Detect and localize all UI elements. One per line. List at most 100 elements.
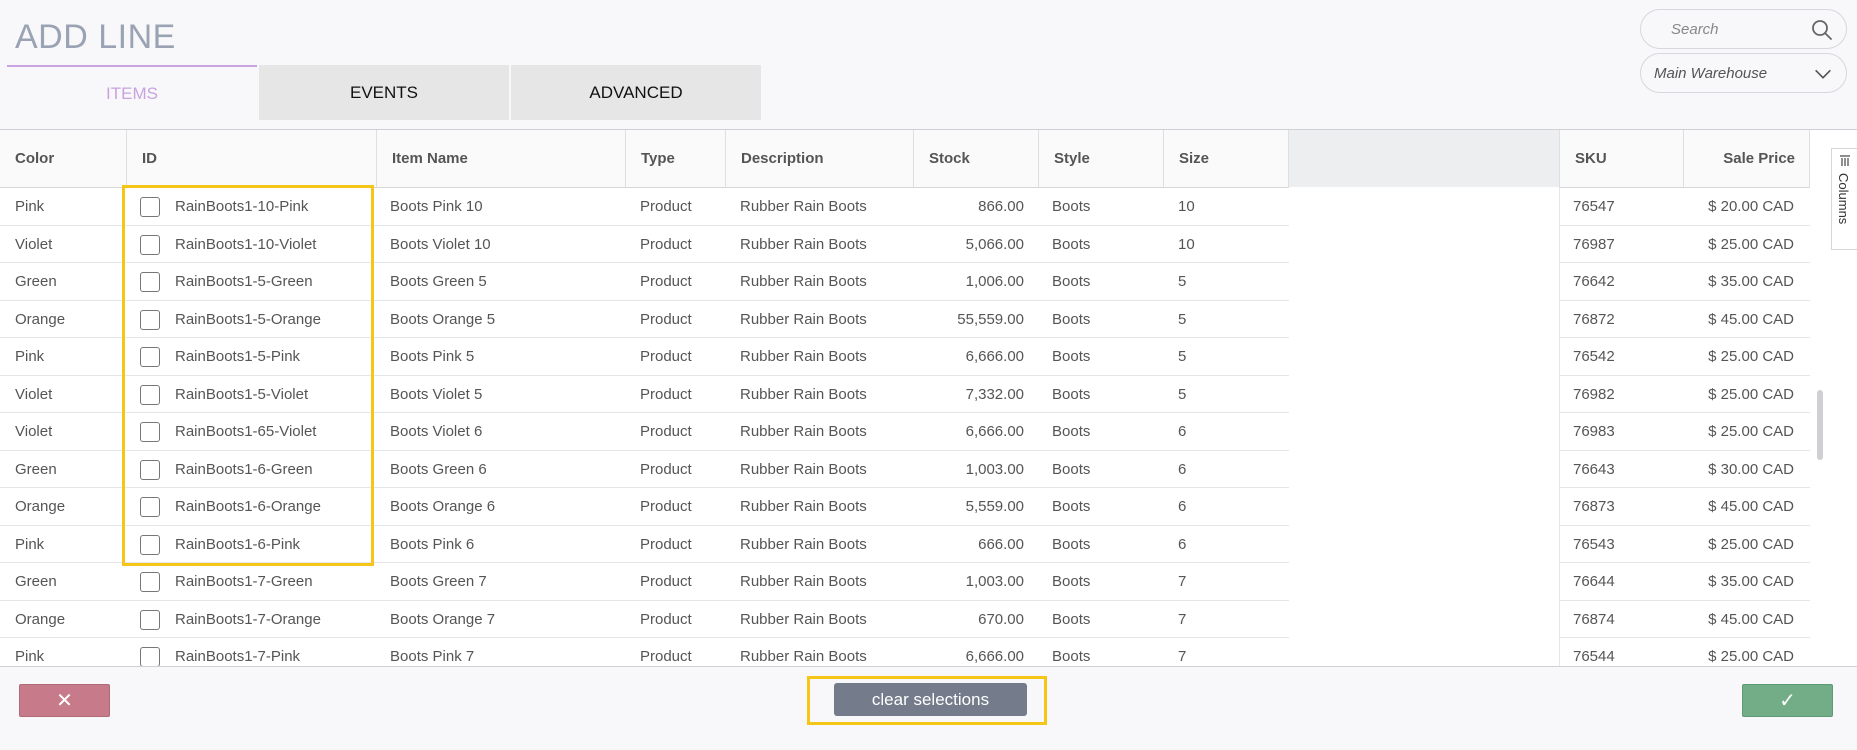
table-row[interactable]: Pink RainBoots1-10-Pink Boots Pink 10 Produ…	[0, 187, 1810, 226]
cell-color: Green	[15, 573, 57, 590]
cell-price: $ 35.00 CAD	[1708, 273, 1794, 290]
tab-items[interactable]: ITEMS	[7, 65, 257, 120]
cell-name: Boots Violet 6	[390, 423, 483, 440]
table-row[interactable]: Pink RainBoots1-6-Pink Boots Pink 6 Product…	[0, 524, 1810, 564]
cell-size: 6	[1178, 423, 1187, 440]
cell-style: Boots	[1052, 423, 1091, 440]
cell-description: Rubber Rain Boots	[740, 310, 867, 328]
cell-sku: 76874	[1573, 610, 1615, 628]
cell-stock: 5,066.00	[965, 235, 1024, 253]
row-checkbox[interactable]	[140, 459, 160, 480]
cell-type: Product	[640, 310, 692, 328]
cell-size: 5	[1178, 385, 1187, 403]
table-row[interactable]: Pink RainBoots1-5-Pink Boots Pink 5 Product…	[0, 337, 1810, 376]
cell-style: Boots	[1052, 610, 1091, 628]
table-row[interactable]: Violet RainBoots1-65-Violet Boots Violet 6…	[0, 412, 1810, 451]
cancel-button[interactable]: ✕	[19, 684, 110, 717]
cell-type: Product	[640, 610, 692, 628]
cell-color: Green	[15, 460, 57, 478]
cell-id: RainBoots1-5-Violet	[175, 385, 309, 403]
cell-size: 6	[1178, 460, 1187, 478]
table-row[interactable]: Violet RainBoots1-10-Violet Boots Violet 1…	[0, 224, 1810, 264]
cell-size: 5	[1178, 348, 1187, 365]
table-row[interactable]: Green RainBoots1-5-Green Boots Green 5 Prod…	[0, 262, 1810, 301]
search-icon[interactable]	[1810, 18, 1834, 42]
table-row[interactable]: Violet RainBoots1-5-Violet Boots Violet 5 P…	[0, 374, 1810, 414]
vertical-scrollbar[interactable]	[1817, 390, 1823, 460]
row-checkbox[interactable]	[140, 609, 160, 630]
cell-style: Boots	[1052, 648, 1091, 665]
cell-id: RainBoots1-10-Violet	[175, 235, 317, 253]
column-header-id[interactable]: ID	[127, 130, 377, 188]
cell-type: Product	[640, 273, 692, 290]
row-checkbox[interactable]	[140, 534, 160, 555]
row-checkbox[interactable]	[140, 347, 160, 367]
cell-stock: 866.00	[978, 198, 1024, 215]
cell-stock: 6,666.00	[965, 348, 1024, 365]
table-row[interactable]: Orange RainBoots1-6-Orange Boots Orange 6 P…	[0, 487, 1810, 526]
column-header-description[interactable]: Description	[726, 130, 914, 188]
column-header-size[interactable]: Size	[1164, 130, 1289, 188]
row-checkbox[interactable]	[140, 234, 160, 255]
row-checkbox[interactable]	[140, 272, 160, 292]
cell-style: Boots	[1052, 235, 1091, 253]
column-header-type[interactable]: Type	[626, 130, 726, 188]
search-input[interactable]	[1671, 18, 1801, 40]
table-row[interactable]: Pink RainBoots1-7-Pink Boots Pink 7 Product…	[0, 637, 1810, 666]
cell-description: Rubber Rain Boots	[740, 535, 867, 553]
cell-stock: 7,332.00	[965, 385, 1024, 403]
page-title: ADD LINE	[15, 18, 176, 56]
cell-id: RainBoots1-7-Orange	[175, 610, 321, 628]
cell-id: RainBoots1-5-Orange	[175, 310, 321, 328]
tab-bar: ITEMS EVENTS ADVANCED	[7, 65, 763, 120]
column-header-sku[interactable]: SKU	[1559, 130, 1684, 188]
cell-description: Rubber Rain Boots	[740, 235, 867, 253]
column-header-style[interactable]: Style	[1039, 130, 1164, 188]
cell-id: RainBoots1-6-Orange	[175, 498, 321, 515]
cell-sku: 76873	[1573, 498, 1615, 515]
cell-type: Product	[640, 573, 692, 590]
column-header-color[interactable]: Color	[0, 130, 127, 188]
cell-name: Boots Orange 6	[390, 498, 496, 515]
row-checkbox[interactable]	[140, 572, 160, 592]
row-spacer	[1289, 637, 1559, 666]
column-header-stock[interactable]: Stock	[914, 130, 1039, 188]
cell-id: RainBoots1-5-Green	[175, 273, 313, 290]
cell-color: Pink	[15, 648, 45, 665]
cell-type: Product	[640, 235, 692, 253]
cell-description: Rubber Rain Boots	[740, 423, 867, 440]
cell-size: 10	[1178, 235, 1195, 253]
row-checkbox[interactable]	[140, 384, 160, 405]
cell-size: 6	[1178, 535, 1187, 553]
table-row[interactable]: Green RainBoots1-7-Green Boots Green 7 Prod…	[0, 562, 1810, 601]
warehouse-select[interactable]: Main Warehouse	[1640, 53, 1847, 93]
cell-price: $ 45.00 CAD	[1708, 310, 1794, 328]
cell-description: Rubber Rain Boots	[740, 460, 867, 478]
table-row[interactable]: Orange RainBoots1-5-Orange Boots Orange 5 P…	[0, 299, 1810, 339]
clear-selections-button[interactable]: clear selections	[834, 683, 1027, 716]
row-checkbox[interactable]	[140, 422, 160, 442]
cell-description: Rubber Rain Boots	[740, 273, 867, 290]
table-row[interactable]: Green RainBoots1-6-Green Boots Green 6 Prod…	[0, 449, 1810, 489]
cell-price: $ 25.00 CAD	[1708, 385, 1794, 403]
cell-color: Violet	[15, 423, 53, 440]
cell-sku: 76543	[1573, 535, 1615, 553]
table-row[interactable]: Orange RainBoots1-7-Orange Boots Orange 7 P…	[0, 599, 1810, 639]
row-checkbox[interactable]	[140, 197, 160, 217]
row-spacer	[1289, 412, 1559, 451]
cell-type: Product	[640, 460, 692, 478]
confirm-button[interactable]: ✓	[1742, 684, 1833, 717]
column-header-item-name[interactable]: Item Name	[377, 130, 626, 188]
row-checkbox[interactable]	[140, 647, 160, 666]
cell-size: 5	[1178, 273, 1187, 290]
cell-name: Boots Orange 5	[390, 310, 496, 328]
tab-advanced[interactable]: ADVANCED	[511, 65, 761, 120]
row-checkbox[interactable]	[140, 309, 160, 330]
row-checkbox[interactable]	[140, 497, 160, 517]
tab-events[interactable]: EVENTS	[259, 65, 509, 120]
cell-id: RainBoots1-10-Pink	[175, 198, 309, 215]
columns-panel-toggle[interactable]: Columns	[1831, 148, 1857, 250]
column-header-sale-price[interactable]: Sale Price	[1684, 130, 1810, 188]
row-spacer	[1289, 299, 1559, 339]
cell-id: RainBoots1-7-Pink	[175, 648, 301, 665]
